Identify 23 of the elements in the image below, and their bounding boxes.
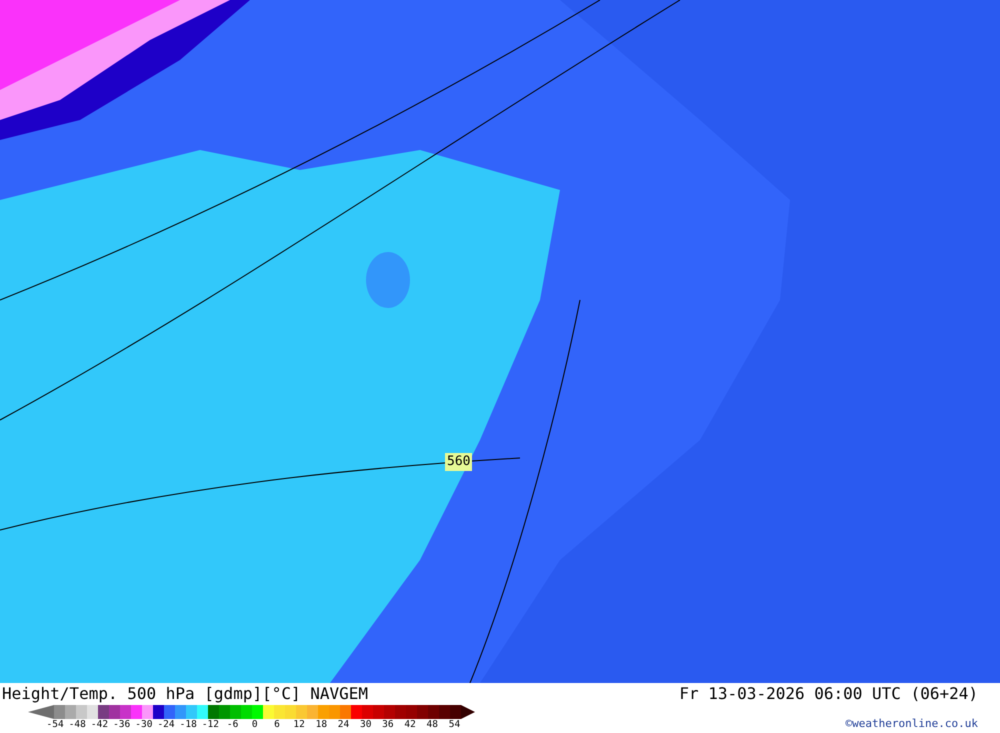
- scale-label: 36: [381, 719, 395, 731]
- scale-label: 54: [448, 719, 462, 731]
- credit-link[interactable]: ©weatheronline.co.uk: [846, 717, 978, 731]
- scale-label: -6: [226, 719, 240, 731]
- scale-label: -12: [200, 719, 220, 731]
- scale-label: -18: [178, 719, 198, 731]
- scale-label: -30: [134, 719, 154, 731]
- scale-label: 6: [273, 719, 281, 731]
- scale-label: -48: [68, 719, 87, 731]
- valid-time: Fr 13-03-2026 06:00 UTC (06+24): [679, 683, 978, 705]
- scale-label: 18: [314, 719, 328, 731]
- map-title: Height/Temp. 500 hPa [gdmp][°C] NAVGEM: [2, 683, 368, 705]
- scale-label: -54: [46, 719, 65, 731]
- scale-label: 0: [250, 719, 259, 731]
- scale-label: 24: [336, 719, 350, 731]
- scale-label: -24: [156, 719, 176, 731]
- scale-label: 30: [358, 719, 372, 731]
- scale-label: 48: [426, 719, 439, 731]
- scale-label: -36: [112, 719, 132, 731]
- scale-label: 12: [292, 719, 306, 731]
- scale-label: 42: [403, 719, 417, 731]
- scale-label: -42: [90, 719, 110, 731]
- contour-label: 560: [445, 453, 472, 471]
